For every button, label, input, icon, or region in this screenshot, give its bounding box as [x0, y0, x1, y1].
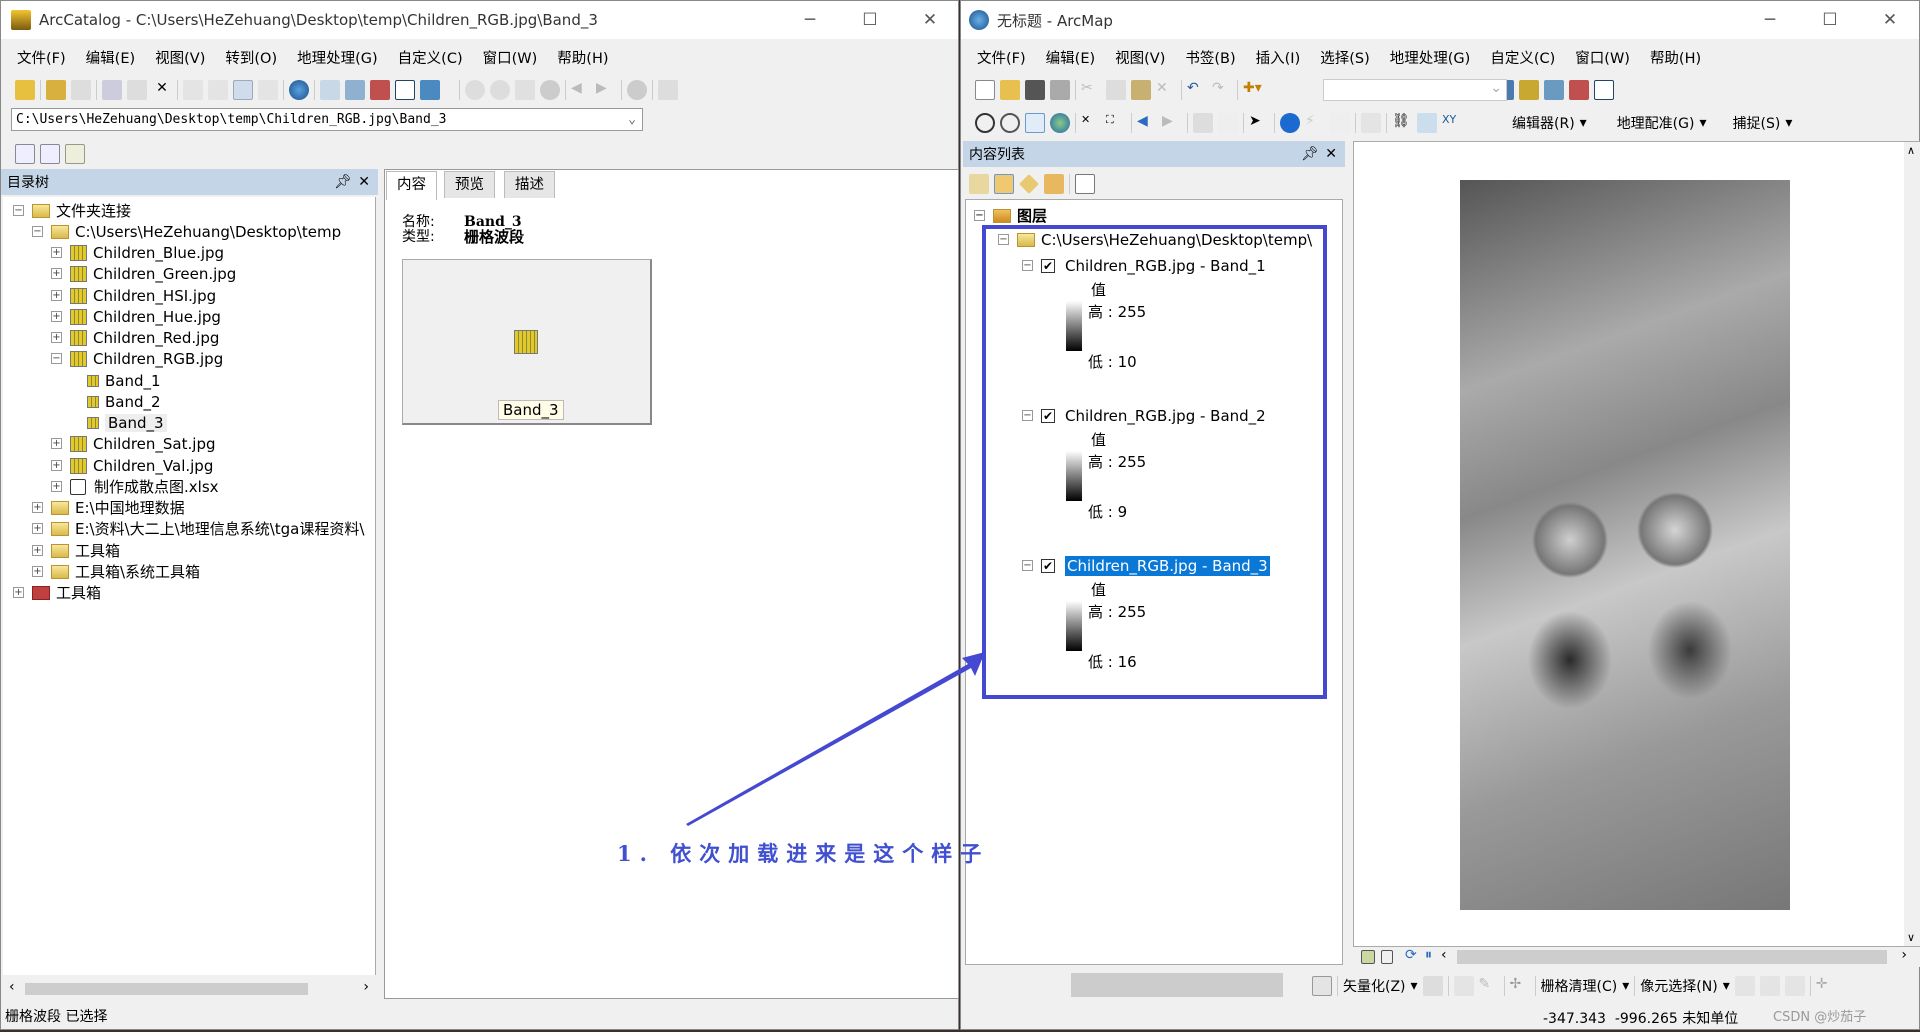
annotation-arrow — [686, 652, 985, 826]
arrow-shape — [686, 652, 985, 826]
annotation-text: 1. 依次加载进来是这个样子 — [617, 841, 990, 866]
